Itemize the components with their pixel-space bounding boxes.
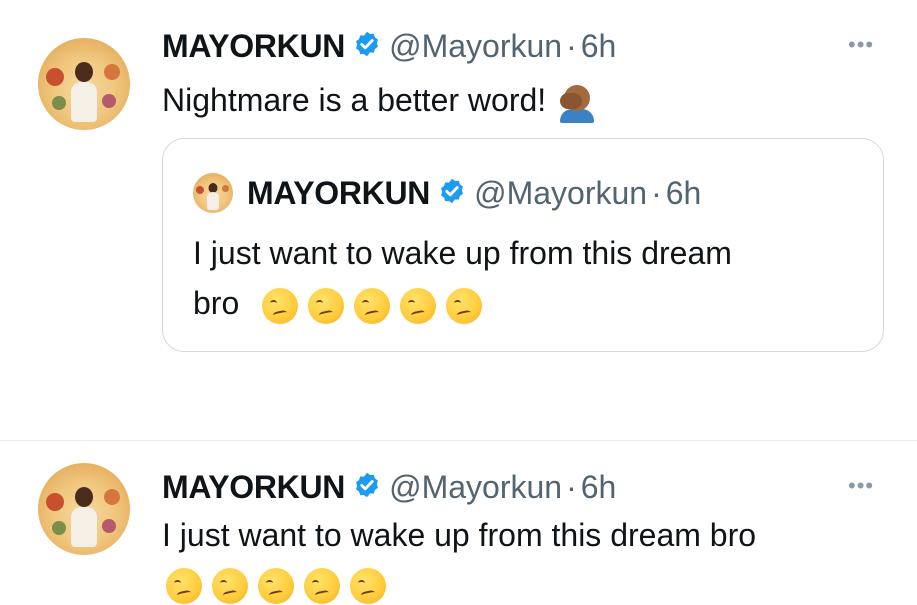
more-icon[interactable]: ••• xyxy=(848,473,874,499)
tweet-2[interactable]: MAYORKUN @Mayorkun · 6h ••• I just want … xyxy=(0,441,917,604)
quoted-header: MAYORKUN @Mayorkun · 6h xyxy=(247,171,701,215)
woozy-face-emoji xyxy=(304,567,340,604)
woozy-face-emoji xyxy=(166,567,202,604)
author-handle[interactable]: @Mayorkun xyxy=(389,469,562,506)
separator-dot: · xyxy=(651,174,662,211)
quoted-avatar xyxy=(193,173,233,213)
woozy-face-emoji xyxy=(308,287,345,324)
quoted-author-handle: @Mayorkun xyxy=(474,174,648,211)
woozy-face-emoji xyxy=(262,287,299,324)
tweet-text-content: Nightmare is a better word! xyxy=(162,82,547,118)
woozy-face-emoji xyxy=(258,567,294,604)
separator-dot: · xyxy=(566,27,577,64)
avatar[interactable] xyxy=(38,38,130,130)
author-name[interactable]: MAYORKUN xyxy=(162,469,345,506)
tweet-emojis xyxy=(166,561,396,605)
woozy-face-emoji xyxy=(446,287,483,324)
quoted-timestamp: 6h xyxy=(665,174,702,211)
tweet-text: Nightmare is a better word! xyxy=(162,78,596,123)
woozy-face-emoji xyxy=(350,567,386,604)
tweet-header: MAYORKUN @Mayorkun · 6h xyxy=(162,465,616,509)
quoted-author-name: MAYORKUN xyxy=(247,174,431,211)
woozy-face-emoji xyxy=(354,287,391,324)
verified-badge-icon xyxy=(353,471,381,504)
avatar[interactable] xyxy=(38,463,130,555)
verified-badge-icon xyxy=(438,177,466,210)
timestamp[interactable]: 6h xyxy=(581,469,617,506)
author-handle[interactable]: @Mayorkun xyxy=(389,28,562,65)
quoted-tweet[interactable]: MAYORKUN @Mayorkun · 6h I just want to w… xyxy=(162,138,884,352)
more-icon[interactable]: ••• xyxy=(848,32,874,58)
woozy-face-emoji xyxy=(212,567,248,604)
quoted-text-bro: bro xyxy=(193,285,240,321)
tweet-header: MAYORKUN @Mayorkun · 6h xyxy=(162,24,616,68)
author-name[interactable]: MAYORKUN xyxy=(162,28,345,65)
woozy-face-emoji xyxy=(400,287,437,324)
tweet-text: I just want to wake up from this dream b… xyxy=(162,517,757,553)
timestamp[interactable]: 6h xyxy=(581,28,617,65)
quoted-text-line-1: I just want to wake up from this dream xyxy=(193,235,732,271)
man-facepalming-emoji xyxy=(556,83,596,123)
separator-dot: · xyxy=(566,468,577,505)
quoted-text-line-2: bro xyxy=(193,281,492,325)
verified-badge-icon xyxy=(353,30,381,63)
tweet-1[interactable]: MAYORKUN @Mayorkun · 6h ••• Nightmare is… xyxy=(0,0,917,440)
